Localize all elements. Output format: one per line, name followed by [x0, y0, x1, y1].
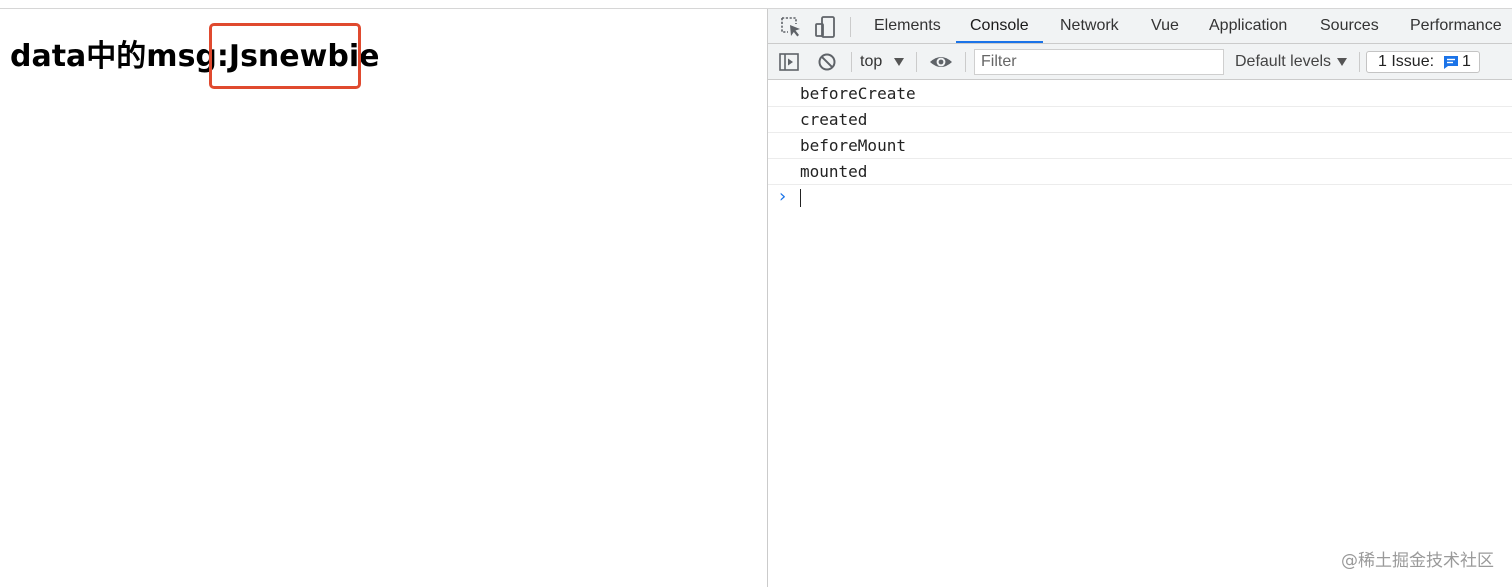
- prompt-chevron-icon: ›: [779, 186, 787, 207]
- console-output: beforeCreate created beforeMount mounted…: [768, 80, 1512, 211]
- toolbar-separator: [916, 52, 917, 72]
- console-log-row: beforeMount: [768, 133, 1512, 159]
- issues-button[interactable]: 1 Issue: 1: [1366, 51, 1480, 73]
- console-log-row: mounted: [768, 159, 1512, 185]
- toolbar-separator: [965, 52, 966, 72]
- tab-performance[interactable]: Performance: [1396, 9, 1512, 43]
- tab-network[interactable]: Network: [1046, 9, 1133, 43]
- log-levels-dropdown[interactable]: Default levels: [1235, 44, 1331, 79]
- console-log-row: beforeCreate: [768, 80, 1512, 107]
- tab-application[interactable]: Application: [1195, 9, 1301, 43]
- toolbar-separator: [1359, 52, 1360, 72]
- console-prompt[interactable]: ›: [768, 185, 1512, 211]
- tab-bar-separator: [850, 17, 851, 37]
- devtools-tab-bar: Elements Console Network Vue Application…: [768, 9, 1512, 44]
- chevron-down-icon: [1337, 58, 1347, 66]
- filter-input[interactable]: [974, 49, 1224, 75]
- tab-elements[interactable]: Elements: [860, 9, 955, 43]
- inspect-element-icon[interactable]: [779, 15, 803, 39]
- text-cursor: [800, 189, 801, 207]
- heading-prefix: data中的msg:: [10, 39, 229, 74]
- clear-console-icon[interactable]: [815, 50, 839, 74]
- message-icon: [1443, 55, 1459, 76]
- issues-label: 1 Issue:: [1378, 53, 1435, 70]
- console-log-row: created: [768, 107, 1512, 133]
- chevron-down-icon: [894, 58, 904, 66]
- sidebar-toggle-icon[interactable]: [777, 50, 801, 74]
- watermark: @稀土掘金技术社区: [1341, 551, 1494, 571]
- tab-console[interactable]: Console: [956, 9, 1043, 43]
- tab-sources[interactable]: Sources: [1306, 9, 1393, 43]
- device-toolbar-icon[interactable]: [813, 15, 837, 39]
- console-toolbar: top Default levels 1 Issue: 1: [768, 44, 1512, 80]
- toolbar-separator: [851, 52, 852, 72]
- issues-count: 1: [1462, 53, 1471, 70]
- devtools-panel: Elements Console Network Vue Application…: [767, 9, 1512, 587]
- context-selector[interactable]: top: [860, 44, 882, 79]
- tab-vue[interactable]: Vue: [1137, 9, 1193, 43]
- highlight-annotation-box: [209, 23, 361, 89]
- page-viewport: data中的msg:Jsnewbie: [0, 9, 767, 587]
- eye-icon[interactable]: [928, 50, 952, 74]
